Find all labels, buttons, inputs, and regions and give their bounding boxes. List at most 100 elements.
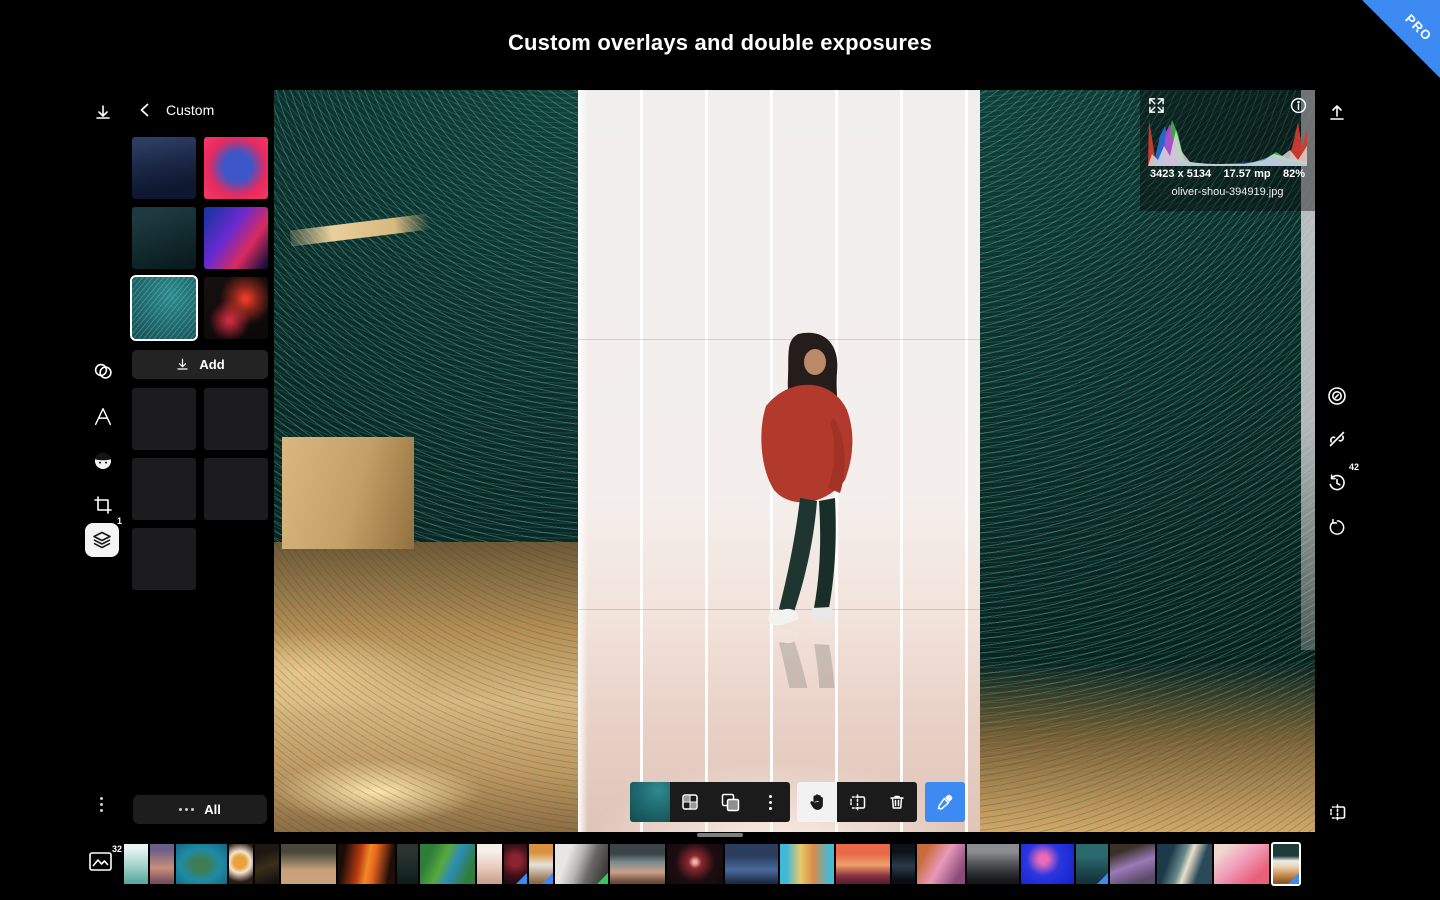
flip-icon xyxy=(848,793,867,812)
compare-button[interactable] xyxy=(1320,379,1354,413)
photo-thumb-palms[interactable] xyxy=(150,844,174,884)
photo-thumb-dark-tower[interactable] xyxy=(967,844,1019,884)
overlay-circles-icon xyxy=(92,360,114,382)
mask-button[interactable] xyxy=(670,782,710,822)
photo-thumb-fire[interactable] xyxy=(338,844,395,884)
filter-all-label: All xyxy=(204,802,221,817)
overlays-tool-button[interactable] xyxy=(86,354,120,388)
blend-duplicate-button[interactable] xyxy=(710,782,750,822)
photo-thumb-deer[interactable] xyxy=(281,844,336,884)
zoom-level: 82% xyxy=(1283,168,1305,180)
photo-thumb-woman-room[interactable] xyxy=(610,844,665,884)
photo-thumb-purple-flowers[interactable] xyxy=(1110,844,1155,884)
warm-floor-right xyxy=(980,662,1315,832)
photo-thumb-forest-river[interactable] xyxy=(420,844,475,884)
kebab-menu-icon xyxy=(769,795,772,810)
face-tool-button[interactable] xyxy=(86,444,120,478)
photo-thumb-surfer[interactable] xyxy=(892,844,915,884)
overlay-thumb-dark-interior[interactable] xyxy=(132,207,196,269)
export-button[interactable] xyxy=(1320,96,1354,130)
overlay-thumb-teal-swirl[interactable] xyxy=(132,277,196,339)
photo-thumb-night-sea[interactable] xyxy=(725,844,778,884)
overlay-thumb-neon-alley[interactable] xyxy=(204,207,268,269)
photo-thumb-blossom[interactable] xyxy=(477,844,502,884)
photos-icon xyxy=(88,850,114,874)
photo-thumb-pagoda[interactable] xyxy=(1076,844,1108,884)
hide-edits-button[interactable] xyxy=(1320,422,1354,456)
overlay-empty-slot[interactable] xyxy=(204,458,268,520)
history-button[interactable]: 42 xyxy=(1320,466,1354,500)
overlay-thumb-red-portrait[interactable] xyxy=(204,137,268,199)
layers-tool-button[interactable]: 1 xyxy=(85,523,119,557)
photo-thumb-food[interactable] xyxy=(229,844,253,884)
eyedropper-button[interactable] xyxy=(925,782,965,822)
photo-thumb-red-figure[interactable] xyxy=(504,844,527,884)
image-dimensions: 3423 x 5134 xyxy=(1150,168,1211,180)
overlay-empty-slot[interactable] xyxy=(132,388,196,450)
hide-edits-icon xyxy=(1327,429,1347,449)
library-menu-button[interactable] xyxy=(100,797,103,812)
add-overlay-label: Add xyxy=(199,357,224,372)
active-overlay-preview[interactable] xyxy=(630,782,670,822)
reset-button[interactable] xyxy=(1320,510,1354,544)
hand-tool-button[interactable] xyxy=(797,782,837,822)
person-subject xyxy=(746,328,866,688)
text-tool-button[interactable] xyxy=(86,400,120,434)
import-button[interactable] xyxy=(86,96,120,130)
photo-library-button[interactable]: 32 xyxy=(88,850,114,874)
photo-thumb-flamingos[interactable] xyxy=(1214,844,1269,884)
ellipsis-icon xyxy=(179,808,194,811)
photo-thumb-dark-flowers[interactable] xyxy=(255,844,279,884)
image-megapixels: 17.57 mp xyxy=(1224,168,1271,180)
photo-thumb-wave[interactable] xyxy=(124,844,148,884)
history-icon xyxy=(1327,473,1347,493)
add-download-icon xyxy=(175,357,190,372)
edit-canvas[interactable]: 3423 x 5134 17.57 mp 82% oliver-shou-394… xyxy=(274,90,1315,832)
photo-count: 32 xyxy=(112,844,122,854)
photo-thumb-red-sunset[interactable] xyxy=(836,844,890,884)
filter-all-button[interactable]: All xyxy=(133,795,267,824)
flip-canvas-button[interactable] xyxy=(1320,795,1354,829)
thumbnail-corner-badge xyxy=(1097,873,1108,884)
overlay-empty-slot[interactable] xyxy=(204,388,268,450)
delete-overlay-button[interactable] xyxy=(877,782,917,822)
back-chevron-icon[interactable] xyxy=(138,103,152,117)
photo-thumb-havana-street[interactable] xyxy=(780,844,834,884)
photo-thumb-island[interactable] xyxy=(176,844,227,884)
mask-checkerboard-icon xyxy=(681,793,699,811)
histogram-panel: 3423 x 5134 17.57 mp 82% oliver-shou-394… xyxy=(1140,90,1315,211)
flip-overlay-button[interactable] xyxy=(837,782,877,822)
add-overlay-button[interactable]: Add xyxy=(132,350,268,379)
info-icon[interactable] xyxy=(1290,97,1307,114)
photo-thumb-current-door[interactable] xyxy=(1271,842,1301,886)
photo-thumb-dark-window[interactable] xyxy=(397,844,418,884)
photo-thumb-storefront[interactable] xyxy=(529,844,553,884)
thumbnail-corner-badge xyxy=(542,873,553,884)
photo-thumb-moon-valley[interactable] xyxy=(1157,844,1212,884)
thumbnail-corner-badge xyxy=(516,873,527,884)
filmstrip xyxy=(124,844,1301,890)
warm-floor-left xyxy=(274,542,578,832)
lit-wall-box xyxy=(282,437,414,549)
overlay-empty-slot[interactable] xyxy=(132,528,196,590)
crop-tool-button[interactable] xyxy=(86,488,120,522)
page-title: Custom overlays and double exposures xyxy=(0,30,1440,56)
photo-thumb-jellyfish[interactable] xyxy=(1021,844,1074,884)
white-corridor xyxy=(578,90,980,832)
photo-thumb-bw-portrait[interactable] xyxy=(555,844,608,884)
overlay-starfield-left xyxy=(274,90,578,832)
overlay-thumb-red-trails[interactable] xyxy=(204,277,268,339)
crop-tool-icon xyxy=(93,495,113,515)
overlay-empty-slot[interactable] xyxy=(132,458,196,520)
trash-icon xyxy=(888,793,906,811)
photo-thumb-eclipse[interactable] xyxy=(667,844,723,884)
photo-thumb-canyon-pink[interactable] xyxy=(917,844,965,884)
overlay-options-button[interactable] xyxy=(750,782,790,822)
canvas-scrollbar-handle[interactable] xyxy=(697,833,743,837)
expand-icon[interactable] xyxy=(1148,97,1165,114)
overlay-thumb-city-night[interactable] xyxy=(132,137,196,199)
overlay-edit-toolbar xyxy=(630,782,965,822)
duplicate-icon xyxy=(721,793,740,812)
thumbnail-corner-badge xyxy=(1288,873,1299,884)
overlays-panel-title: Custom xyxy=(166,102,214,118)
